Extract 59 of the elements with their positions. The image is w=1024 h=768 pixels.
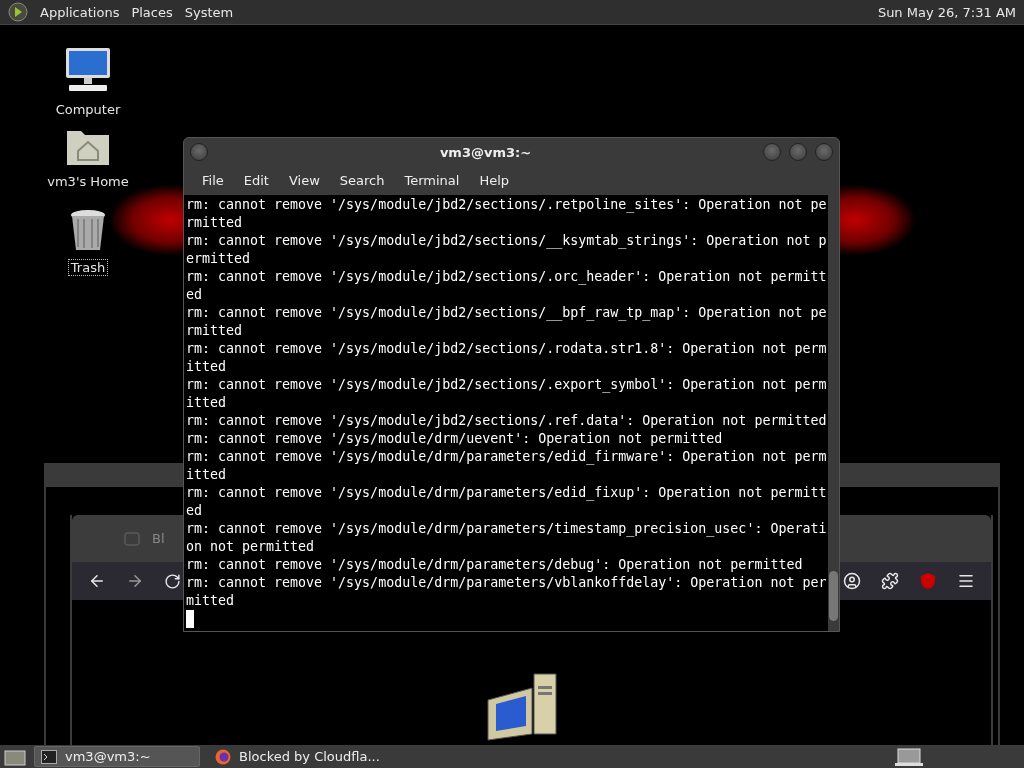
terminal-line: rm: cannot remove '/sys/module/drm/parameters/edid_fixup': Operation not permitt	[186, 484, 827, 502]
terminal-line: rm: cannot remove '/sys/module/jbd2/sections/.retpoline_sites': Operation not pe	[186, 196, 827, 214]
extensions-icon[interactable]	[881, 572, 899, 590]
window-menu-button[interactable]	[190, 143, 208, 161]
terminal-line: rm: cannot remove '/sys/module/jbd2/sections/__ksymtab_strings': Operation not p	[186, 232, 827, 250]
panel-menu[interactable]: Applications	[40, 4, 120, 20]
terminal-line: ed	[186, 502, 203, 520]
logo-icon[interactable]	[8, 2, 28, 22]
reload-icon[interactable]	[164, 572, 181, 590]
terminal-line: rm: cannot remove '/sys/module/jbd2/sections/.export_symbol': Operation not perm	[186, 376, 827, 394]
desktop-icon-label[interactable]: Trash	[67, 259, 109, 276]
menu-item[interactable]: View	[280, 171, 328, 190]
desktop-icon-label[interactable]: vm3's Home	[44, 173, 132, 190]
show-desktop-icon[interactable]	[4, 747, 26, 766]
text-cursor	[186, 610, 194, 628]
terminal-line: rm: cannot remove '/sys/module/jbd2/sections/.ref.data': Operation not permitted	[186, 412, 827, 430]
terminal-line: ed	[186, 286, 203, 304]
panel-menu[interactable]: Places	[131, 4, 173, 20]
terminal-line: rmitted	[186, 214, 244, 232]
forward-icon[interactable]	[126, 572, 144, 590]
terminal-line: itted	[186, 466, 228, 484]
menu-item[interactable]: File	[194, 171, 232, 190]
terminal-line: rmitted	[186, 322, 244, 340]
scrollbar[interactable]	[828, 195, 839, 631]
menu-item[interactable]: Edit	[235, 171, 277, 190]
terminal-line: rm: cannot remove '/sys/module/drm/parameters/timestamp_precision_usec': Operati	[186, 520, 827, 538]
terminal-line: rm: cannot remove '/sys/module/drm/uevent': Operation not permitted	[186, 430, 724, 448]
taskbar-button[interactable]: vm3@vm3:~	[34, 746, 200, 767]
desktop-icon-label[interactable]: Computer	[52, 101, 124, 118]
menu-item[interactable]: Terminal	[396, 171, 468, 190]
close-button[interactable]	[815, 143, 833, 161]
terminal-line: ermitted	[186, 250, 252, 268]
display-icon[interactable]	[894, 746, 924, 767]
panel-menu[interactable]: System	[184, 4, 234, 20]
terminal-icon	[41, 749, 57, 764]
trash-icon	[68, 209, 108, 253]
minimize-button[interactable]	[763, 143, 781, 161]
account-icon[interactable]	[843, 572, 861, 590]
terminal-line: itted	[186, 394, 228, 412]
menu-item[interactable]: Search	[331, 171, 393, 190]
clock[interactable]: Sun May 26, 7:31 AM	[877, 4, 1016, 20]
shield-icon[interactable]	[919, 572, 937, 590]
maximize-button[interactable]	[789, 143, 807, 161]
terminal-line: on not permitted	[186, 538, 316, 556]
menu-item[interactable]: Help	[471, 171, 518, 190]
terminal-line: rm: cannot remove '/sys/module/jbd2/sections/__bpf_raw_tp_map': Operation not pe	[186, 304, 827, 322]
window-title: vm3@vm3:~	[438, 144, 533, 160]
back-icon[interactable]	[88, 572, 106, 590]
taskbar-button[interactable]: Blocked by Cloudfla...	[208, 746, 387, 767]
terminal-line: rm: cannot remove '/sys/module/jbd2/sections/.rodata.str1.8': Operation not perm	[186, 340, 827, 358]
terminal-line: mitted	[186, 592, 236, 610]
terminal-line: rm: cannot remove '/sys/module/drm/parameters/edid_firmware': Operation not perm	[186, 448, 827, 466]
terminal-line: rm: cannot remove '/sys/module/drm/parameters/vblankoffdelay': Operation not per	[186, 574, 827, 592]
terminal-line: rm: cannot remove '/sys/module/jbd2/sections/.orc_header': Operation not permitt	[186, 268, 827, 286]
browser-icon	[215, 748, 231, 765]
page-icon	[124, 530, 140, 547]
terminal-line: itted	[186, 358, 228, 376]
terminal-line: rm: cannot remove '/sys/module/drm/parameters/debug': Operation not permitted	[186, 556, 804, 574]
menu-icon[interactable]	[957, 572, 975, 590]
